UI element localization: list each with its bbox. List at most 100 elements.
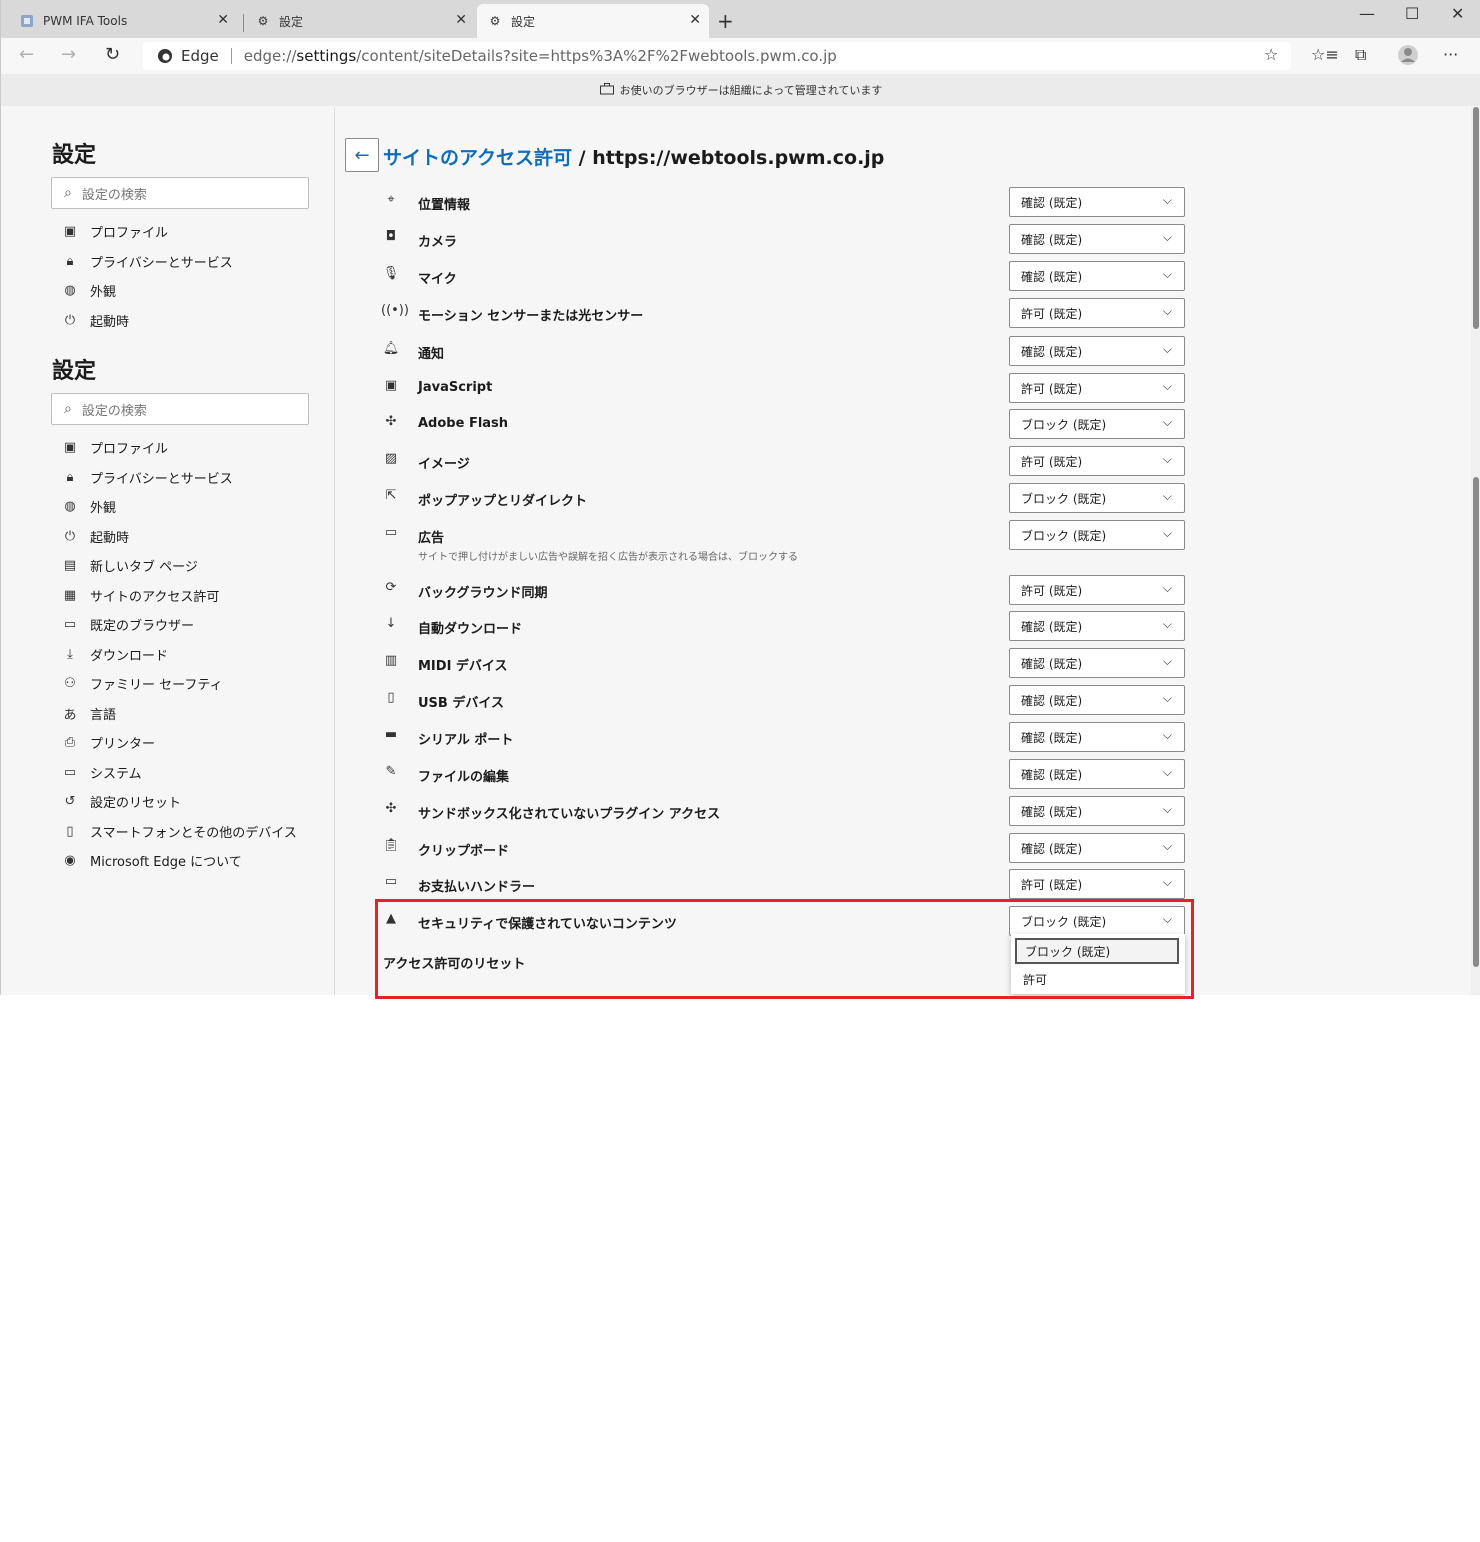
power-icon: ⏻ <box>64 312 76 328</box>
close-tab-icon[interactable]: ✕ <box>689 12 701 28</box>
sidebar-item-family[interactable]: ⚇ ファミリー セーフティ <box>62 671 222 695</box>
permission-dropdown[interactable]: 許可 (既定) ⌵ <box>1009 869 1185 899</box>
sidebar-item-startup[interactable]: ⏻ 起動時 <box>62 308 129 332</box>
sidebar-item-profile[interactable]: ▣ プロファイル <box>62 219 168 243</box>
refresh-icon[interactable]: ↻ <box>105 44 120 65</box>
back-button[interactable]: ← <box>345 138 379 172</box>
permission-dropdown[interactable]: 確認 (既定) ⌵ <box>1009 224 1185 254</box>
permission-row: ◘ カメラ 確認 (既定) ⌵ <box>381 224 1187 254</box>
tab-settings-1[interactable]: ⚙ 設定 ✕ <box>245 4 475 38</box>
permission-dropdown[interactable]: 許可 (既定) ⌵ <box>1009 575 1185 605</box>
permission-dropdown[interactable]: ブロック (既定) ⌵ <box>1009 409 1185 439</box>
highlight-box <box>375 899 1194 999</box>
grid-icon: ▤ <box>63 557 77 573</box>
sidebar-item-privacy[interactable]: 🔒︎ プライバシーとサービス <box>62 249 233 273</box>
permission-dropdown[interactable]: 確認 (既定) ⌵ <box>1009 187 1185 217</box>
search-input[interactable]: ⌕ 設定の検索 <box>51 393 309 425</box>
permission-dropdown[interactable]: 許可 (既定) ⌵ <box>1009 298 1185 328</box>
breadcrumb-separator: / <box>572 147 593 169</box>
permission-dropdown[interactable]: ブロック (既定) ⌵ <box>1009 520 1185 550</box>
briefcase-icon <box>599 82 614 98</box>
chevron-down-icon: ⌵ <box>1162 379 1172 393</box>
tab-strip: PWM IFA Tools ✕ ⚙ 設定 ✕ ⚙ 設定 ✕ + — ☐ ✕ <box>1 0 1480 38</box>
address-bar[interactable]: Edge edge://settings/content/siteDetails… <box>143 42 1291 70</box>
maximize-icon[interactable]: ☐ <box>1405 4 1419 23</box>
sidebar-item-privacy[interactable]: 🔒︎ プライバシーとサービス <box>62 465 233 489</box>
permission-row: ▣ JavaScript 許可 (既定) ⌵ <box>381 373 1187 403</box>
sidebar-item-startup[interactable]: ⏻ 起動時 <box>62 524 129 548</box>
edge-label: Edge <box>181 47 219 65</box>
sidebar-item-default-browser[interactable]: ▭ 既定のブラウザー <box>62 612 194 636</box>
permission-row: ⟳ バックグラウンド同期 許可 (既定) ⌵ <box>381 575 1187 605</box>
permission-dropdown[interactable]: 確認 (既定) ⌵ <box>1009 759 1185 789</box>
breadcrumb-link[interactable]: サイトのアクセス許可 <box>383 147 572 169</box>
settings-sidebar: 設定 ⌕ 設定の検索 ▣ プロファイル 🔒︎ プライバシーとサービス ◍ 外観 ⏻ 起動… <box>2 107 335 995</box>
back-arrow-icon: ← <box>354 144 370 166</box>
permission-row: 📋︎ クリップボード 確認 (既定) ⌵ <box>381 833 1187 863</box>
permission-dropdown[interactable]: ブロック (既定) ⌵ <box>1009 483 1185 513</box>
more-menu-icon[interactable]: ··· <box>1443 45 1458 64</box>
camera-icon: ◘ <box>385 229 397 244</box>
permission-dropdown[interactable]: 確認 (既定) ⌵ <box>1009 685 1185 715</box>
permission-dropdown[interactable]: 確認 (既定) ⌵ <box>1009 833 1185 863</box>
tab-pwm-ifa-tools[interactable]: PWM IFA Tools ✕ <box>9 4 237 38</box>
scrollbar-thumb[interactable] <box>1473 107 1479 329</box>
chevron-down-icon: ⌵ <box>1162 304 1172 318</box>
sidebar-item-reset[interactable]: ↺ 設定のリセット <box>62 789 181 813</box>
sidebar-item-downloads[interactable]: ⤓ ダウンロード <box>62 642 168 666</box>
favorites-icon[interactable]: ☆≡ <box>1311 45 1339 64</box>
sidebar-item-new-tab[interactable]: ▤ 新しいタブ ページ <box>62 553 198 577</box>
sidebar-title: 設定 <box>52 143 97 168</box>
permission-dropdown[interactable]: 確認 (既定) ⌵ <box>1009 722 1185 752</box>
chevron-down-icon: ⌵ <box>1162 193 1172 207</box>
tab-separator <box>243 14 244 32</box>
gear-icon: ⚙ <box>489 14 501 28</box>
sidebar-item-appearance[interactable]: ◍ 外観 <box>62 278 116 302</box>
sidebar-item-system[interactable]: ▭ システム <box>62 760 142 784</box>
scrollbar[interactable] <box>1471 107 1480 995</box>
permission-row: ▭ お支払いハンドラー 許可 (既定) ⌵ <box>381 869 1187 899</box>
sidebar-item-profile[interactable]: ▣ プロファイル <box>62 435 168 459</box>
sidebar-item-about[interactable]: ◉ Microsoft Edge について <box>62 848 241 872</box>
close-tab-icon[interactable]: ✕ <box>455 12 467 28</box>
mic-icon: 🎙︎ <box>382 266 400 281</box>
scrollbar-thumb[interactable] <box>1473 477 1479 967</box>
sidebar-title: 設定 <box>52 359 97 384</box>
reset-icon: ↺ <box>64 793 76 809</box>
permission-row: ⌖ 位置情報 確認 (既定) ⌵ <box>381 187 1187 217</box>
search-input[interactable]: ⌕ 設定の検索 <box>51 177 309 209</box>
permission-row: 🎙︎ マイク 確認 (既定) ⌵ <box>381 261 1187 291</box>
permission-dropdown[interactable]: 許可 (既定) ⌵ <box>1009 446 1185 476</box>
sidebar-item-printer[interactable]: ⎙ プリンター <box>62 730 155 754</box>
power-icon: ⏻ <box>64 528 76 544</box>
tab-settings-2[interactable]: ⚙ 設定 ✕ <box>477 4 709 38</box>
chevron-down-icon: ⌵ <box>1162 342 1172 356</box>
forward-arrow-icon[interactable]: → <box>61 44 76 65</box>
back-arrow-icon[interactable]: ← <box>19 44 34 65</box>
sidebar-item-appearance[interactable]: ◍ 外観 <box>62 494 116 518</box>
new-tab-icon[interactable]: + <box>717 9 734 33</box>
family-icon: ⚇ <box>64 675 76 691</box>
favorite-star-icon[interactable]: ☆ <box>1264 45 1278 64</box>
sidebar-item-phone[interactable]: ▯ スマートフォンとその他のデバイス <box>62 819 296 843</box>
permission-dropdown[interactable]: 許可 (既定) ⌵ <box>1009 373 1185 403</box>
permission-dropdown[interactable]: 確認 (既定) ⌵ <box>1009 611 1185 641</box>
avatar[interactable] <box>1397 44 1419 70</box>
sidebar-item-site-permissions[interactable]: ▦ サイトのアクセス許可 <box>62 583 220 607</box>
edge-logo-icon <box>158 49 172 63</box>
permission-dropdown[interactable]: 確認 (既定) ⌵ <box>1009 796 1185 826</box>
chevron-down-icon: ⌵ <box>1162 728 1172 742</box>
lock-icon: 🔒︎ <box>66 253 74 269</box>
collections-icon[interactable]: ⧉ <box>1355 45 1366 65</box>
chevron-down-icon: ⌵ <box>1162 415 1172 429</box>
close-tab-icon[interactable]: ✕ <box>217 12 229 28</box>
permission-dropdown[interactable]: 確認 (既定) ⌵ <box>1009 261 1185 291</box>
search-placeholder: 設定の検索 <box>81 403 147 419</box>
close-window-icon[interactable]: ✕ <box>1451 4 1464 23</box>
chevron-down-icon: ⌵ <box>1162 765 1172 779</box>
permission-dropdown[interactable]: 確認 (既定) ⌵ <box>1009 648 1185 678</box>
tab-title: 設定 <box>511 14 536 29</box>
minimize-icon[interactable]: — <box>1359 4 1375 23</box>
sidebar-item-language[interactable]: あ言語 <box>62 701 116 725</box>
permission-dropdown[interactable]: 確認 (既定) ⌵ <box>1009 336 1185 366</box>
